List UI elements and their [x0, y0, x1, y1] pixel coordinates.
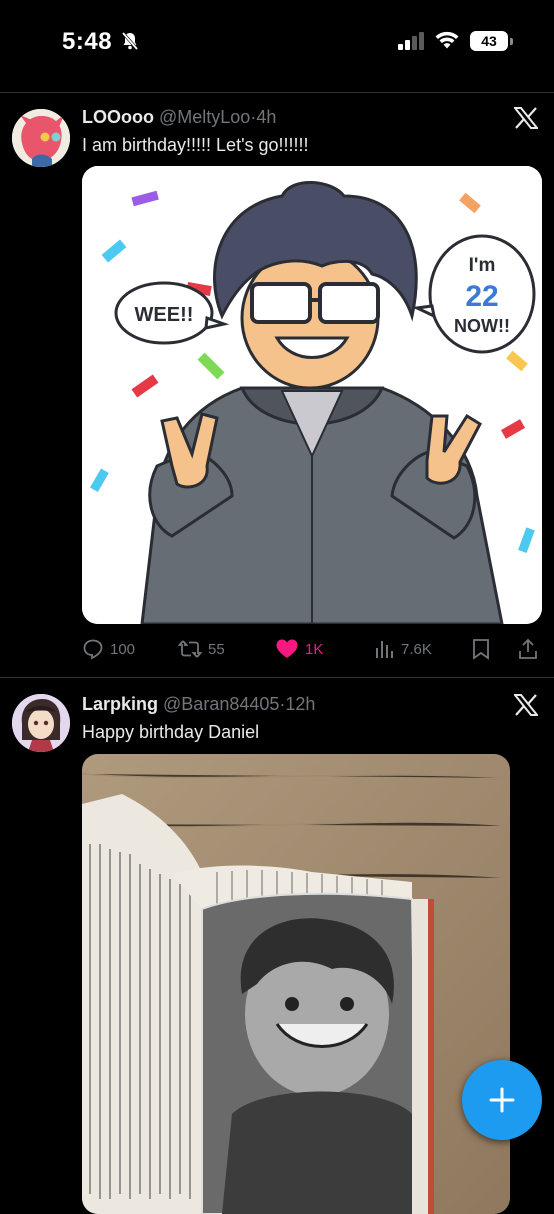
- birthday-illustration: WEE!! I'm 22 NOW!!: [82, 166, 542, 624]
- battery-cap: [510, 38, 513, 45]
- tweet-header: LOOooo @MeltyLoo·4h: [82, 107, 276, 128]
- timestamp[interactable]: 4h: [256, 107, 276, 127]
- views-count: 7.6K: [401, 640, 432, 658]
- bubble-right-number: 22: [465, 280, 498, 313]
- like-count: 1K: [305, 640, 324, 658]
- like-button[interactable]: 1K: [275, 638, 323, 660]
- x-logo-icon[interactable]: [514, 107, 538, 129]
- tweet[interactable]: LOOooo @MeltyLoo·4h I am birthday!!!!! L…: [0, 93, 554, 675]
- reply-icon: [83, 639, 103, 660]
- compose-button[interactable]: [462, 1060, 542, 1140]
- tweet-image[interactable]: [82, 754, 510, 1214]
- tweet-text: Happy birthday Daniel: [82, 722, 260, 742]
- x-logo-icon[interactable]: [514, 694, 538, 716]
- tweet-text: I am birthday!!!!! Let's go!!!!!!: [82, 135, 309, 155]
- share-icon: [519, 638, 537, 659]
- display-name[interactable]: LOOooo: [82, 107, 154, 127]
- battery-level: 43: [470, 31, 508, 51]
- reply-count: 100: [110, 640, 136, 658]
- reply-button[interactable]: 100: [82, 638, 135, 660]
- avatar[interactable]: [12, 694, 70, 752]
- share-button[interactable]: [517, 638, 539, 660]
- handle[interactable]: @MeltyLoo: [159, 107, 250, 127]
- timestamp[interactable]: 12h: [285, 694, 315, 714]
- repost-button[interactable]: 55: [178, 638, 225, 660]
- heart-icon: [276, 639, 298, 658]
- bookmark-icon: [473, 639, 489, 660]
- tweet-actions: 100 55 1K 7.6K: [82, 638, 542, 662]
- views-button[interactable]: 7.6K: [373, 638, 432, 660]
- book-photo: [82, 754, 510, 1214]
- repost-icon: [178, 640, 202, 658]
- avatar[interactable]: [12, 109, 70, 167]
- tweet-header: Larpking @Baran84405·12h: [82, 694, 315, 715]
- bubble-right-line3: NOW!!: [454, 316, 510, 336]
- status-bar: 5:48 43: [0, 0, 554, 84]
- plus-icon: [489, 1087, 515, 1113]
- bubble-right-line1: I'm: [469, 255, 496, 276]
- wifi-icon: [435, 31, 459, 49]
- display-name[interactable]: Larpking: [82, 694, 158, 714]
- bubble-left-text: WEE!!: [135, 304, 194, 326]
- status-time: 5:48: [62, 28, 113, 55]
- views-icon: [376, 641, 393, 658]
- tweet-image[interactable]: WEE!! I'm 22 NOW!!: [82, 166, 542, 624]
- handle[interactable]: @Baran84405: [163, 694, 279, 714]
- bookmark-button[interactable]: [471, 638, 491, 660]
- cellular-signal-icon: [398, 32, 424, 50]
- repost-count: 55: [208, 640, 225, 658]
- bell-slash-icon: [121, 32, 139, 50]
